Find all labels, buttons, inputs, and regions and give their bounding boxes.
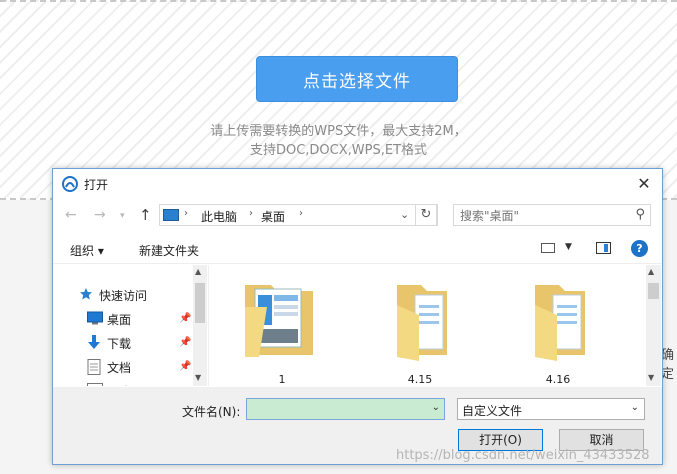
preview-pane-icon[interactable] <box>596 242 611 254</box>
desktop-icon <box>87 311 103 325</box>
open-file-dialog: 打开 ✕ ← → ▾ ↑ › 此电脑 › 桌面 › ⌄ ↻ ⚲ 组织 ▾ 新建文… <box>52 168 663 465</box>
file-type-select[interactable]: 自定义文件 ⌄ <box>457 398 645 420</box>
folder-with-preview-icon <box>245 285 313 357</box>
chevron-down-icon[interactable]: ⌄ <box>631 402 639 413</box>
folder-icon <box>535 285 585 361</box>
star-icon <box>80 288 92 300</box>
file-list-scrollbar[interactable]: ▲ ▼ <box>646 265 661 386</box>
file-type-value: 自定义文件 <box>462 404 523 418</box>
view-options-chevron-icon[interactable]: ▼ <box>565 242 572 252</box>
dialog-title: 打开 <box>84 178 109 192</box>
file-name: 4.15 <box>407 373 433 386</box>
breadcrumb-separator-icon[interactable]: › <box>184 208 188 219</box>
breadcrumb-separator-icon[interactable]: › <box>299 208 303 219</box>
breadcrumb-this-pc[interactable]: 此电脑 <box>201 208 237 225</box>
app-icon <box>62 176 78 192</box>
sidebar-item-label: 图片 <box>107 383 131 386</box>
filename-combobox[interactable]: ⌄ <box>246 398 445 420</box>
scrollbar-thumb[interactable] <box>648 283 659 299</box>
close-button[interactable]: ✕ <box>633 173 655 195</box>
list-item[interactable]: 4.16 <box>513 265 603 386</box>
search-input[interactable] <box>458 206 632 226</box>
list-item[interactable]: 4.15 <box>375 265 465 386</box>
search-icon[interactable]: ⚲ <box>635 207 645 222</box>
watermark-text: https://blog.csdn.net/weixin_43433528 <box>396 448 650 463</box>
side-peek-text: 确定 <box>661 348 675 382</box>
pin-icon[interactable]: 📌 <box>179 313 191 324</box>
recent-locations-chevron-icon[interactable]: ▾ <box>120 211 125 221</box>
back-arrow-icon[interactable]: ← <box>65 207 77 223</box>
refresh-icon[interactable]: ↻ <box>415 204 437 226</box>
file-name: 4.16 <box>545 373 571 386</box>
document-icon <box>87 359 101 375</box>
breadcrumb-separator-icon[interactable]: › <box>249 208 253 219</box>
filename-label: 文件名(N): <box>182 405 241 419</box>
scroll-down-icon[interactable]: ▼ <box>648 373 654 382</box>
pin-icon[interactable]: 📌 <box>179 337 191 348</box>
filename-input[interactable] <box>251 400 430 420</box>
sidebar-item-label: 快速访问 <box>99 289 148 303</box>
sidebar-item-label: 桌面 <box>107 313 132 327</box>
select-file-button[interactable]: 点击选择文件 <box>256 56 458 102</box>
navigation-pane-scrollbar[interactable]: ▲ ▼ <box>193 265 207 386</box>
sidebar-item-label: 下载 <box>107 337 132 351</box>
this-pc-icon <box>163 209 179 221</box>
organize-menu-button[interactable]: 组织 ▾ <box>70 242 104 259</box>
download-icon <box>88 335 100 349</box>
upload-hint-line1: 请上传需要转换的WPS文件，最大支持2M， <box>210 124 467 139</box>
forward-arrow-icon[interactable]: → <box>94 207 106 223</box>
file-name: 1 <box>278 373 286 386</box>
pin-icon[interactable]: 📌 <box>179 361 191 372</box>
breadcrumb-desktop[interactable]: 桌面 <box>261 208 285 225</box>
help-icon[interactable]: ? <box>631 240 648 257</box>
file-list: 1 4.15 4.16 <box>209 265 646 386</box>
folder-icon <box>397 285 447 361</box>
scroll-up-icon[interactable]: ▲ <box>648 267 654 276</box>
navigation-pane: 快速访问 桌面 📌 下载 📌 文档 � <box>53 265 209 386</box>
dialog-titlebar[interactable]: 打开 ✕ <box>53 169 662 199</box>
upload-hint-line2: 支持DOC,DOCX,WPS,ET格式 <box>249 143 428 158</box>
address-dropdown-chevron-icon[interactable]: ⌄ <box>400 208 409 221</box>
up-arrow-icon[interactable]: ↑ <box>139 206 152 224</box>
new-folder-button[interactable]: 新建文件夹 <box>139 242 199 259</box>
chevron-down-icon[interactable]: ⌄ <box>432 402 440 413</box>
list-item[interactable]: 1 <box>237 265 327 386</box>
scrollbar-thumb[interactable] <box>195 283 205 323</box>
search-box[interactable]: ⚲ <box>453 204 651 226</box>
dialog-toolbar: 组织 ▾ 新建文件夹 ▼ ? <box>53 235 662 264</box>
scroll-up-icon[interactable]: ▲ <box>195 267 201 276</box>
scroll-down-icon[interactable]: ▼ <box>195 373 201 382</box>
change-view-icon[interactable] <box>541 243 555 253</box>
sidebar-item-label: 文档 <box>107 361 132 375</box>
picture-icon <box>87 383 103 386</box>
address-bar[interactable]: › 此电脑 › 桌面 › ⌄ <box>159 204 438 226</box>
navigation-bar: ← → ▾ ↑ › 此电脑 › 桌面 › ⌄ ↻ ⚲ <box>53 201 662 231</box>
